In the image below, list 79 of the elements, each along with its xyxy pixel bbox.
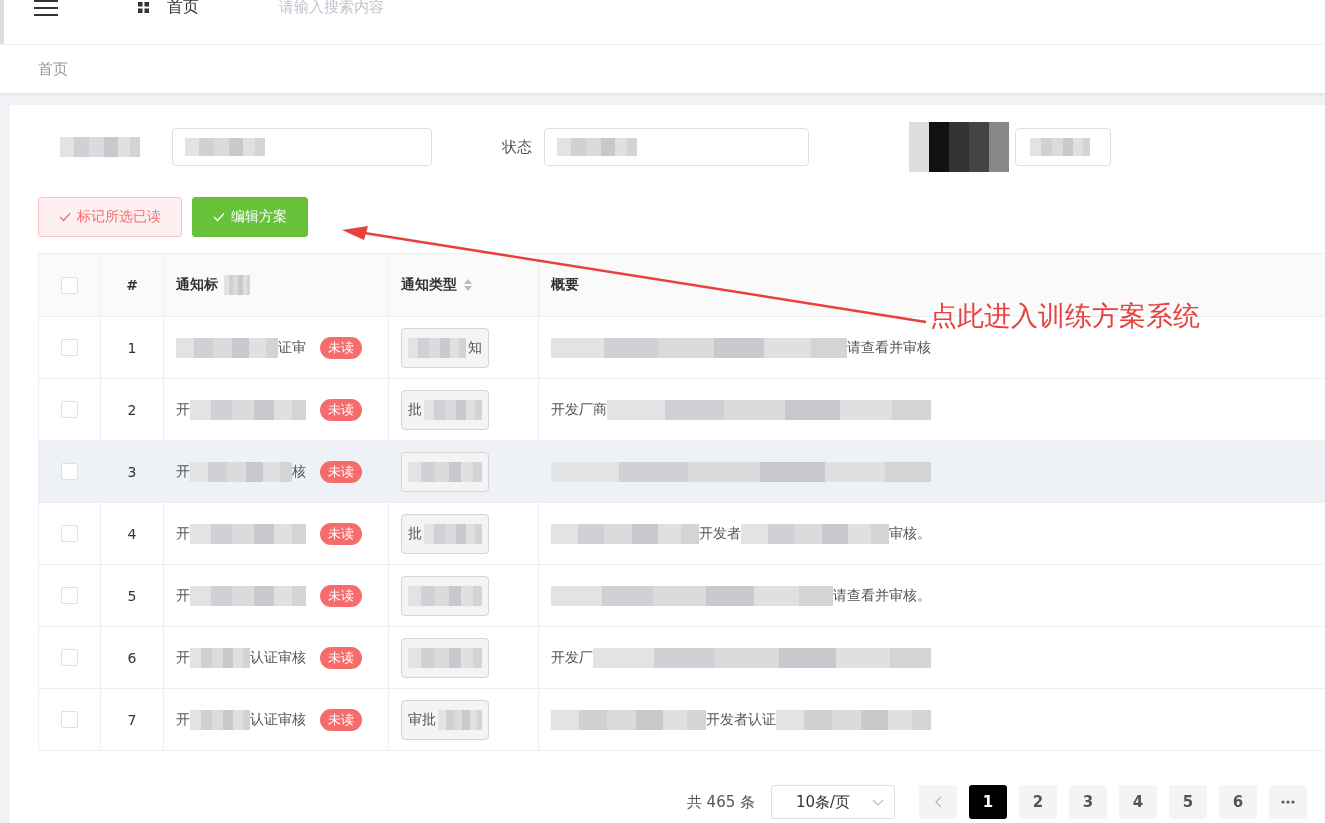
summary-text: 开发者 xyxy=(699,524,741,543)
row-checkbox[interactable] xyxy=(61,339,78,357)
redaction-mosaic xyxy=(1030,138,1090,156)
page-button[interactable]: 5 xyxy=(1169,785,1207,819)
type-tag: 批 xyxy=(401,389,489,430)
grid-icon xyxy=(138,2,149,13)
page-button[interactable]: 3 xyxy=(1069,785,1107,819)
type-tag: 批 xyxy=(401,513,489,554)
row-checkbox[interactable] xyxy=(61,401,78,419)
row-number: 1 xyxy=(127,339,137,356)
row-number: 2 xyxy=(127,401,137,418)
total-count: 共 465 条 xyxy=(686,792,755,812)
status-filter-field[interactable] xyxy=(544,128,809,166)
row-checkbox[interactable] xyxy=(61,525,78,543)
notice-title: 开 xyxy=(176,524,190,543)
redaction-mosaic xyxy=(424,523,482,544)
notice-title: 开 xyxy=(176,710,190,729)
column-header: 通知类型 xyxy=(401,276,457,294)
row-number: 4 xyxy=(127,525,137,542)
summary-text: 开发者认证 xyxy=(706,710,776,729)
row-checkbox[interactable] xyxy=(61,587,78,605)
unread-badge: 未读 xyxy=(320,398,362,421)
unread-badge: 未读 xyxy=(320,646,362,669)
row-number: 3 xyxy=(127,463,137,480)
page-size-select[interactable]: 10条/页 xyxy=(771,785,895,819)
unread-badge: 未读 xyxy=(320,336,362,359)
row-number: 6 xyxy=(127,649,137,666)
chevron-down-icon xyxy=(872,798,884,806)
redaction-mosaic xyxy=(408,337,466,358)
summary-text: 审核。 xyxy=(889,524,931,543)
redaction-mosaic xyxy=(438,709,482,730)
notice-title: 认证审核 xyxy=(250,710,306,729)
notice-title: 核 xyxy=(292,462,306,481)
reset-button[interactable] xyxy=(1015,128,1111,166)
page-button[interactable]: 1 xyxy=(969,785,1007,819)
previous-page-button[interactable] xyxy=(919,785,957,819)
summary-text: 开发厂 xyxy=(551,648,593,667)
chevron-left-icon xyxy=(934,796,942,808)
row-checkbox[interactable] xyxy=(61,711,78,729)
page-button[interactable]: 2 xyxy=(1019,785,1057,819)
summary-text: 请查看并审核。 xyxy=(833,586,931,605)
type-tag: 知 xyxy=(401,327,489,368)
redaction-mosaic xyxy=(190,709,250,730)
sort-icon[interactable] xyxy=(463,278,473,292)
annotation-text: 点此进入训练方案系统 xyxy=(930,299,1200,333)
row-checkbox[interactable] xyxy=(61,463,78,481)
check-icon xyxy=(59,212,71,222)
redaction-mosaic xyxy=(424,399,482,420)
status-filter-label: 状态 xyxy=(502,137,532,157)
unread-badge: 未读 xyxy=(320,460,362,483)
type-tag: 审批 xyxy=(401,699,489,740)
search-field[interactable]: 请输入搜索内容 xyxy=(279,0,479,15)
notice-title: 开 xyxy=(176,400,190,419)
row-number: 7 xyxy=(127,711,137,728)
row-checkbox[interactable] xyxy=(61,649,78,667)
page-button[interactable]: 6 xyxy=(1219,785,1257,819)
more-pages-button[interactable] xyxy=(1269,785,1307,819)
check-icon xyxy=(213,212,225,222)
page-button[interactable]: 4 xyxy=(1119,785,1157,819)
column-header: # xyxy=(126,277,138,293)
select-all-checkbox[interactable] xyxy=(61,276,78,294)
redaction-mosaic xyxy=(224,275,250,295)
notice-title: 认证审核 xyxy=(250,648,306,667)
column-header: 通知标 xyxy=(176,276,218,294)
notice-title: 证审 xyxy=(278,338,306,357)
summary-text: 开发厂商 xyxy=(551,400,607,419)
notice-title: 开 xyxy=(176,586,190,605)
unread-badge: 未读 xyxy=(320,522,362,545)
title-filter-field[interactable] xyxy=(172,128,432,166)
redaction-mosaic xyxy=(190,647,250,668)
column-header: 概要 xyxy=(551,276,579,294)
notice-title: 开 xyxy=(176,648,190,667)
unread-badge: 未读 xyxy=(320,708,362,731)
more-icon xyxy=(1281,800,1295,804)
menu-icon[interactable] xyxy=(34,0,58,16)
summary-text: 请查看并审核 xyxy=(847,338,931,357)
notice-title: 开 xyxy=(176,462,190,481)
unread-badge: 未读 xyxy=(320,584,362,607)
row-number: 5 xyxy=(127,587,137,604)
